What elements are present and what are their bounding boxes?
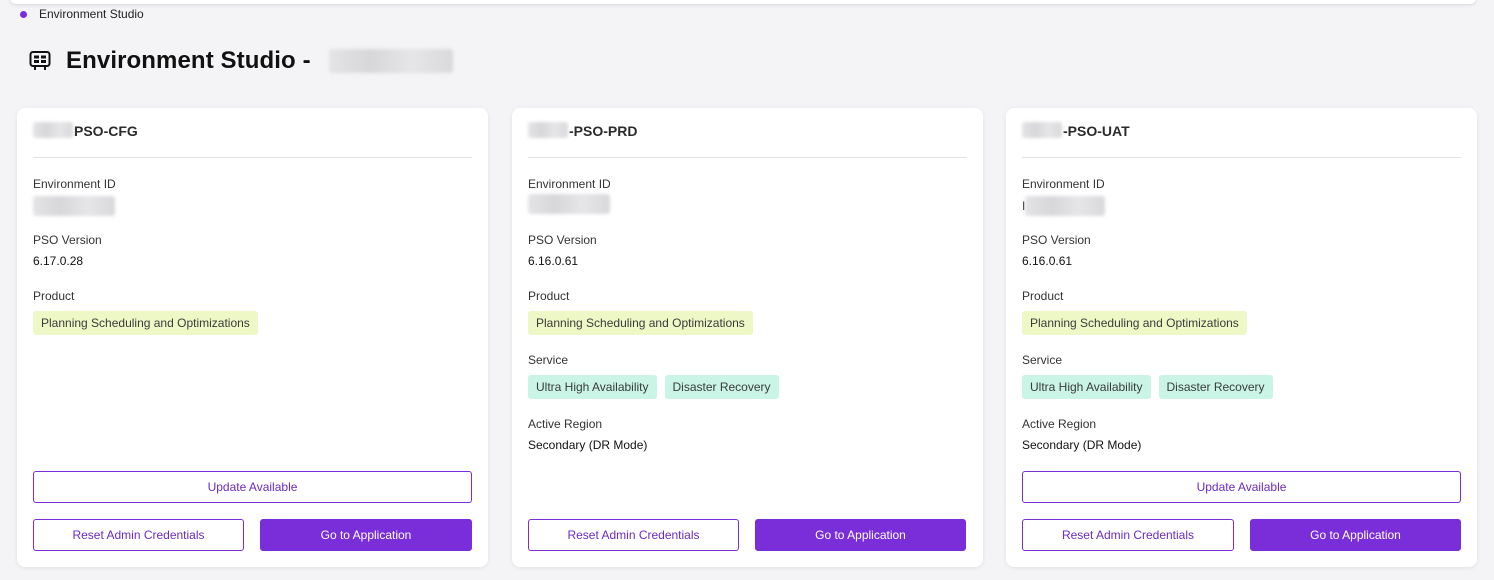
product-label: Product [1022, 289, 1064, 303]
service-tag-ultra-high-availability: Ultra High Availability [1022, 375, 1151, 399]
redacted-prefix [528, 122, 568, 138]
product-tag: Planning Scheduling and Optimizations [1022, 311, 1247, 335]
pso-version-label: PSO Version [1022, 233, 1091, 247]
product-tags: Planning Scheduling and Optimizations [1022, 311, 1247, 335]
service-label: Service [1022, 353, 1063, 367]
breadcrumb: Environment Studio [20, 7, 144, 21]
card-title: -PSO-UAT [1063, 123, 1130, 139]
environment-card-uat: -PSO-UAT Environment ID I PSO Version 6.… [1006, 108, 1477, 567]
go-to-application-button[interactable]: Go to Application [1250, 519, 1461, 551]
redacted-prefix [1022, 122, 1062, 138]
service-tags: Ultra High Availability Disaster Recover… [528, 375, 779, 399]
product-tags: Planning Scheduling and Optimizations [528, 311, 753, 335]
reset-admin-credentials-button[interactable]: Reset Admin Credentials [1022, 519, 1234, 551]
update-available-button[interactable]: Update Available [1022, 471, 1461, 503]
card-header: PSO-CFG [33, 122, 472, 158]
redacted-environment-id [1025, 196, 1106, 216]
update-available-button[interactable]: Update Available [33, 471, 472, 503]
active-region-value: Secondary (DR Mode) [1022, 438, 1142, 452]
product-tag: Planning Scheduling and Optimizations [528, 311, 753, 335]
top-bar [10, 0, 1476, 4]
page-title: Environment Studio - [66, 47, 311, 74]
pso-version-label: PSO Version [33, 233, 102, 247]
active-region-value: Secondary (DR Mode) [528, 438, 648, 452]
redacted-tenant-name [328, 49, 453, 73]
environment-card-cfg: PSO-CFG Environment ID PSO Version 6.17.… [17, 108, 488, 567]
card-header: -PSO-PRD [528, 122, 967, 158]
breadcrumb-dot-icon [20, 10, 27, 18]
active-region-label: Active Region [1022, 417, 1097, 431]
environment-dashboard-icon [28, 49, 52, 73]
service-tags: Ultra High Availability Disaster Recover… [1022, 375, 1273, 399]
environment-card-prd: -PSO-PRD Environment ID PSO Version 6.16… [512, 108, 983, 567]
redacted-prefix [33, 122, 73, 138]
card-title: -PSO-PRD [569, 123, 638, 139]
service-tag-ultra-high-availability: Ultra High Availability [528, 375, 657, 399]
service-label: Service [528, 353, 569, 367]
pso-version-value: 6.16.0.61 [528, 254, 579, 268]
environment-id-label: Environment ID [1022, 177, 1105, 191]
go-to-application-button[interactable]: Go to Application [260, 519, 472, 551]
product-tag: Planning Scheduling and Optimizations [33, 311, 258, 335]
service-tag-disaster-recovery: Disaster Recovery [664, 375, 779, 399]
go-to-application-button[interactable]: Go to Application [755, 519, 966, 551]
product-tags: Planning Scheduling and Optimizations [33, 311, 258, 335]
service-tag-disaster-recovery: Disaster Recovery [1158, 375, 1273, 399]
pso-version-value: 6.17.0.28 [33, 254, 84, 268]
product-label: Product [528, 289, 570, 303]
reset-admin-credentials-button[interactable]: Reset Admin Credentials [528, 519, 739, 551]
environment-id-label: Environment ID [33, 177, 116, 191]
redacted-environment-id [528, 194, 610, 214]
active-region-label: Active Region [528, 417, 603, 431]
pso-version-value: 6.16.0.61 [1022, 254, 1073, 268]
card-title: PSO-CFG [74, 123, 138, 139]
environment-id-value: I [1022, 196, 1106, 216]
breadcrumb-item[interactable]: Environment Studio [39, 7, 144, 21]
product-label: Product [33, 289, 75, 303]
reset-admin-credentials-button[interactable]: Reset Admin Credentials [33, 519, 244, 551]
page-header: Environment Studio - [28, 44, 453, 78]
environment-id-label: Environment ID [528, 177, 611, 191]
card-header: -PSO-UAT [1022, 122, 1461, 158]
redacted-environment-id [33, 196, 115, 216]
pso-version-label: PSO Version [528, 233, 597, 247]
